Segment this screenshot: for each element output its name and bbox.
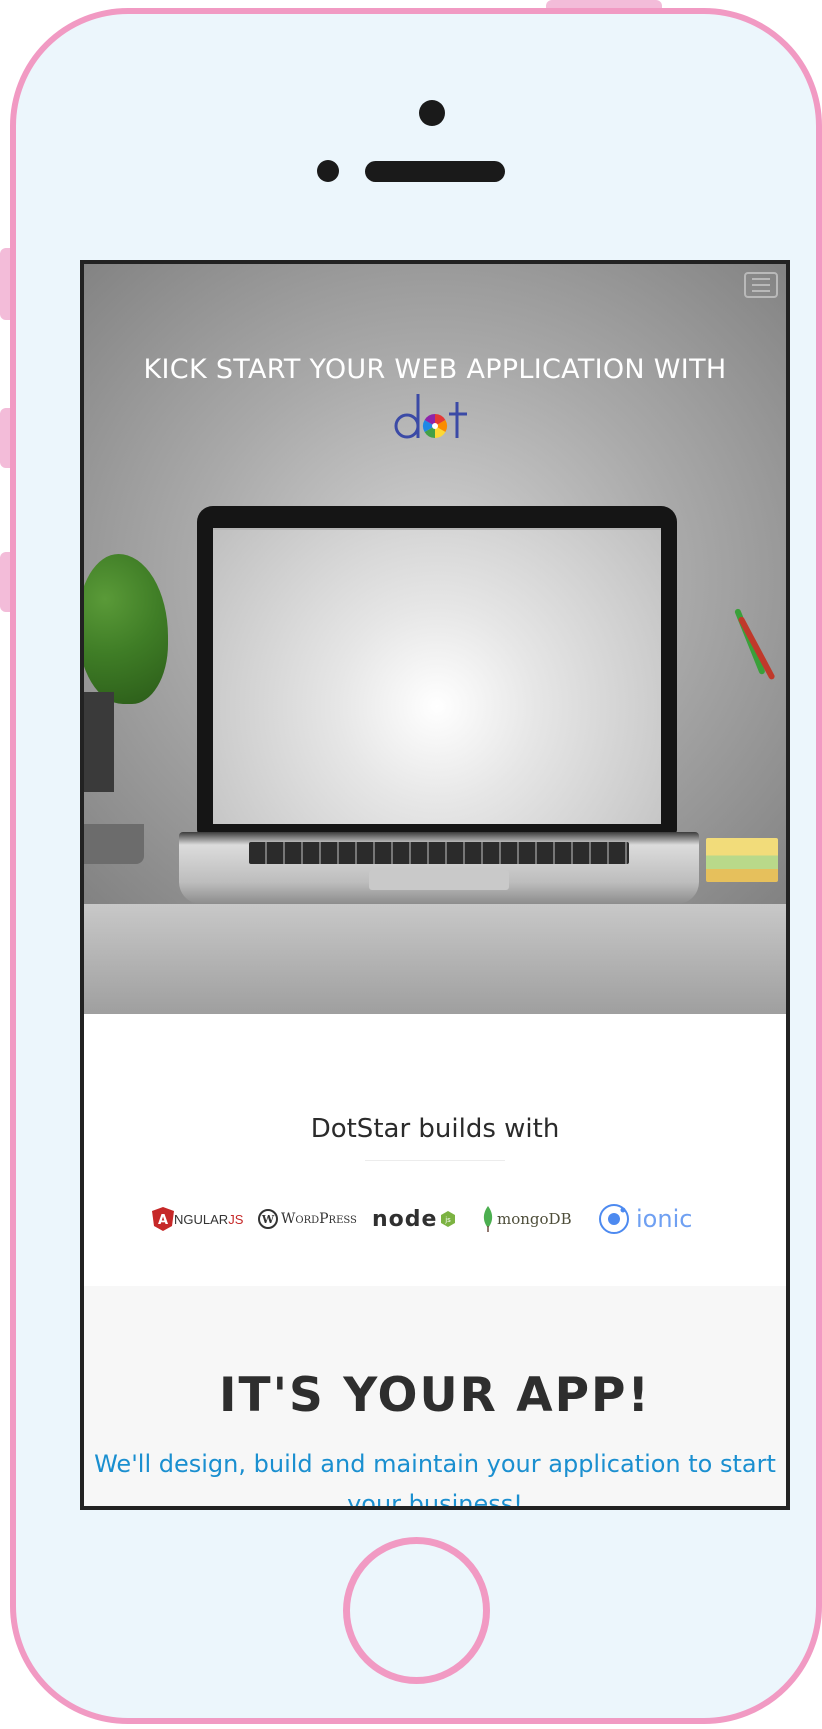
nodejs-hexagon-icon: js — [441, 1211, 456, 1227]
laptop-keyboard — [249, 842, 629, 864]
laptop-trackpad — [369, 870, 509, 890]
laptop-screen — [213, 528, 661, 824]
technologies-heading: DotStar builds with — [310, 1114, 560, 1144]
desk-surface — [84, 904, 786, 1014]
angularjs-logo: A NGULAR JS — [152, 1199, 243, 1239]
ionic-icon — [599, 1204, 629, 1234]
home-button[interactable] — [343, 1537, 490, 1684]
notebook-illustration — [706, 838, 778, 882]
plant-stand — [84, 824, 144, 864]
svg-text:js: js — [445, 1216, 452, 1224]
app-section-subtitle: We'll design, build and maintain your ap… — [94, 1450, 776, 1510]
proximity-sensor — [317, 160, 339, 182]
phone-top-button — [546, 0, 662, 8]
mongodb-leaf-icon — [483, 1206, 493, 1232]
section-divider — [365, 1160, 505, 1161]
front-camera — [419, 100, 445, 126]
phone-frame: KICK START YOUR WEB APPLICATION WITH Dot… — [10, 8, 822, 1724]
phone-screen: KICK START YOUR WEB APPLICATION WITH Dot… — [80, 260, 790, 1510]
app-section: IT'S YOUR APP! We'll design, build and m… — [84, 1286, 786, 1510]
ionic-logo: ionic — [598, 1199, 692, 1239]
earpiece-speaker — [365, 161, 505, 182]
hero-section: KICK START YOUR WEB APPLICATION WITH — [84, 264, 786, 1014]
svg-text:A: A — [158, 1213, 168, 1228]
svg-text:W: W — [261, 1213, 275, 1226]
dotstar-logo[interactable] — [391, 386, 479, 450]
plant-pot — [84, 692, 114, 792]
phone-side-button-3 — [0, 552, 10, 612]
laptop-base — [179, 832, 699, 904]
wordpress-icon: W — [258, 1209, 278, 1229]
wordpress-logo: W WordPress — [258, 1199, 357, 1239]
mongodb-logo: mongoDB — [482, 1199, 572, 1239]
hamburger-menu-icon[interactable] — [744, 272, 778, 298]
phone-side-button-2 — [0, 408, 10, 468]
nodejs-logo: node js — [372, 1199, 457, 1239]
phone-side-button-1 — [0, 248, 10, 320]
hero-title: KICK START YOUR WEB APPLICATION WITH — [143, 354, 727, 385]
angular-shield-icon: A — [152, 1207, 174, 1231]
laptop-illustration — [197, 506, 677, 834]
technology-logos: A NGULAR JS W WordPress node js mongoDB … — [152, 1199, 718, 1239]
plant-illustration — [84, 554, 168, 704]
pencil-icon — [737, 615, 776, 681]
technologies-section: DotStar builds with A NGULAR JS W WordPre… — [84, 1014, 786, 1286]
app-section-title: IT'S YOUR APP! — [219, 1368, 651, 1423]
